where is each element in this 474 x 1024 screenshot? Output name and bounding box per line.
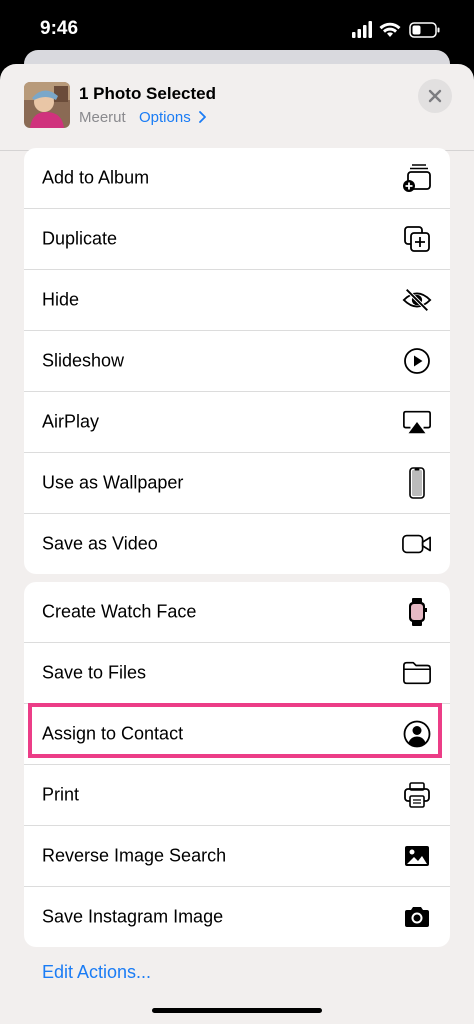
- image-icon: [402, 841, 432, 871]
- options-link[interactable]: Options: [139, 109, 207, 126]
- action-label: Print: [42, 784, 80, 805]
- action-print[interactable]: Print: [24, 765, 450, 826]
- contact-icon: [402, 719, 432, 749]
- action-save-instagram-image[interactable]: Save Instagram Image: [24, 887, 450, 947]
- action-group-1: Add to Album Duplicate Hide Slideshow Ai…: [24, 148, 450, 574]
- action-label: Use as Wallpaper: [42, 472, 184, 493]
- action-label: Save as Video: [42, 533, 158, 554]
- wifi-icon: [379, 22, 401, 37]
- action-slideshow[interactable]: Slideshow: [24, 331, 450, 392]
- action-hide[interactable]: Hide: [24, 270, 450, 331]
- duplicate-icon: [402, 224, 432, 254]
- action-duplicate[interactable]: Duplicate: [24, 209, 450, 270]
- action-label: Slideshow: [42, 350, 125, 371]
- action-create-watch-face[interactable]: Create Watch Face: [24, 582, 450, 643]
- action-label: Reverse Image Search: [42, 845, 227, 866]
- share-sheet-header: 1 Photo Selected Meerut Options: [0, 64, 474, 151]
- airplay-icon: [402, 407, 432, 437]
- action-add-to-album[interactable]: Add to Album: [24, 148, 450, 209]
- watch-icon: [402, 597, 432, 627]
- edit-actions-link[interactable]: Edit Actions...: [42, 962, 151, 983]
- action-label: Add to Album: [42, 167, 150, 188]
- photo-thumbnail: [24, 82, 70, 128]
- share-sheet: 1 Photo Selected Meerut Options Add to A…: [0, 64, 474, 1024]
- hide-eye-icon: [402, 285, 432, 315]
- add-to-album-icon: [402, 163, 432, 193]
- play-circle-icon: [402, 346, 432, 376]
- home-indicator: [152, 1008, 322, 1013]
- action-use-as-wallpaper[interactable]: Use as Wallpaper: [24, 453, 450, 514]
- action-label: Create Watch Face: [42, 601, 197, 622]
- action-label: Assign to Contact: [42, 723, 184, 744]
- action-save-as-video[interactable]: Save as Video: [24, 514, 450, 574]
- folder-icon: [402, 658, 432, 688]
- printer-icon: [402, 780, 432, 810]
- action-label: Save to Files: [42, 662, 147, 683]
- close-icon: [428, 89, 442, 103]
- action-label: Hide: [42, 289, 80, 310]
- action-label: Save Instagram Image: [42, 906, 224, 927]
- video-camera-icon: [402, 529, 432, 559]
- camera-icon: [402, 902, 432, 932]
- action-save-to-files[interactable]: Save to Files: [24, 643, 450, 704]
- sheet-title: 1 Photo Selected: [79, 84, 216, 103]
- chevron-right-icon: [198, 111, 206, 123]
- action-airplay[interactable]: AirPlay: [24, 392, 450, 453]
- status-icons: [352, 21, 440, 38]
- phone-icon: [402, 467, 432, 499]
- close-button[interactable]: [418, 79, 452, 113]
- location-label: Meerut: [79, 109, 126, 126]
- action-label: Duplicate: [42, 228, 118, 249]
- action-group-2: Create Watch Face Save to Files Assign t…: [24, 582, 450, 947]
- battery-icon: [409, 22, 440, 38]
- status-time: 9:46: [40, 18, 79, 39]
- action-reverse-image-search[interactable]: Reverse Image Search: [24, 826, 450, 887]
- signal-icon: [352, 21, 372, 38]
- action-label: AirPlay: [42, 411, 100, 432]
- action-assign-to-contact[interactable]: Assign to Contact: [24, 704, 450, 765]
